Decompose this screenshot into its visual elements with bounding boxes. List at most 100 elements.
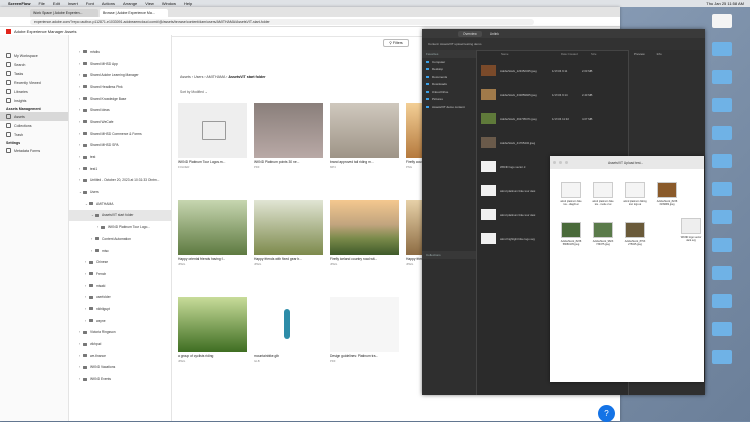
- tab-unlink[interactable]: Unlink: [490, 32, 499, 36]
- asset-thumbnail[interactable]: [178, 200, 247, 255]
- asset-card[interactable]: Firefly iceland country road wit... JPEG: [330, 200, 399, 266]
- breadcrumb-item[interactable]: AMITHAMA: [206, 75, 225, 79]
- tree-node[interactable]: › misaki: [69, 280, 171, 292]
- desktop-folder-icon[interactable]: [712, 350, 732, 364]
- desktop-folder-icon[interactable]: [712, 322, 732, 336]
- desktop-folder-icon[interactable]: [712, 154, 732, 168]
- browser-tab-active[interactable]: Browse | Adobe Experience Ma...: [100, 9, 168, 17]
- tree-node[interactable]: › test1: [69, 163, 171, 175]
- nav-item[interactable]: Libraries: [0, 87, 68, 96]
- tree-node[interactable]: › we-finance: [69, 350, 171, 362]
- tree-node[interactable]: › Content Automation: [69, 233, 171, 245]
- menubar-item[interactable]: Font: [86, 1, 94, 6]
- tree-node[interactable]: › Shared MHSD App: [69, 58, 171, 70]
- tab-info[interactable]: Info: [657, 52, 662, 56]
- menubar-item[interactable]: ScreenFlow: [8, 1, 30, 6]
- folder-thumbnail-icon[interactable]: [178, 103, 247, 158]
- file-row[interactable]: AdobeStock_41765432.jpeg: [477, 132, 627, 153]
- sort-control[interactable]: Sort by Modified ⌄: [180, 90, 208, 94]
- menubar-item[interactable]: Insert: [68, 1, 78, 6]
- sidebar-item[interactable]: Desktop: [422, 66, 476, 74]
- window-controls[interactable]: [550, 160, 568, 165]
- desktop-folder-icon[interactable]: [712, 294, 732, 308]
- desktop-folder-icon[interactable]: [712, 182, 732, 196]
- tree-node[interactable]: › Untitled - October 20, 2023 at 10:31:33…: [69, 175, 171, 187]
- tree-node[interactable]: › userfolder: [69, 291, 171, 303]
- asset-card[interactable]: a group of cyclists riding JPEG: [178, 297, 247, 363]
- nav-item[interactable]: Collections: [0, 121, 68, 130]
- desktop-folder-icon[interactable]: [712, 98, 732, 112]
- asset-thumbnail[interactable]: [330, 200, 399, 255]
- address-bar[interactable]: experience.adobe.com/?repo=author-p11287…: [30, 18, 534, 25]
- menubar-item[interactable]: Edit: [53, 1, 60, 6]
- sidebar-item[interactable]: Pictures: [422, 96, 476, 104]
- tree-node[interactable]: › WKND Vacations: [69, 362, 171, 374]
- file-item[interactable]: AdobeStock_8793 275025.jpeg: [622, 222, 648, 246]
- tree-node[interactable]: › WKND Platinum Tour Logo...: [69, 221, 171, 233]
- file-item[interactable]: AdobeStock_9823 739475.jpeg: [590, 222, 616, 246]
- file-row[interactable]: AdobeStock_123452345.jpeg 1/17/24 9:11 2.0…: [477, 60, 627, 81]
- tree-node[interactable]: › wayne: [69, 315, 171, 327]
- sidebar-item[interactable]: Downloads: [422, 81, 476, 89]
- file-item[interactable]: AdobeStock_8238 3199982.jpeg: [654, 182, 680, 206]
- menubar-item[interactable]: Help: [184, 1, 192, 6]
- filters-button[interactable]: ⚲ Filters: [383, 39, 409, 47]
- sidebar-item[interactable]: Computer: [422, 58, 476, 66]
- file-item[interactable]: wknd platinum bike tou...diagrlt.ai: [558, 182, 584, 206]
- menubar-item[interactable]: File: [38, 1, 44, 6]
- tree-node[interactable]: › Shared Adobe Learning Manager: [69, 69, 171, 81]
- tab-overview[interactable]: Overview: [458, 30, 482, 37]
- tab-preview[interactable]: Preview: [634, 52, 645, 56]
- menubar-item[interactable]: Actions: [102, 1, 115, 6]
- asset-thumbnail[interactable]: [178, 297, 247, 352]
- breadcrumb-item[interactable]: Users: [194, 75, 203, 79]
- desktop-folder-icon[interactable]: [712, 70, 732, 84]
- column-header[interactable]: Name: [501, 52, 561, 56]
- file-row[interactable]: AdobeStock_461705471.jpeg 1/17/24 11:32 4.…: [477, 108, 627, 129]
- column-header[interactable]: Date Created: [561, 52, 591, 56]
- tree-node[interactable]: › test: [69, 151, 171, 163]
- desktop-folder-icon[interactable]: [712, 42, 732, 56]
- file-item[interactable]: wknd platinum bike tou...mode 2.ai: [590, 182, 616, 206]
- nav-item[interactable]: Trash: [0, 130, 68, 139]
- tree-node[interactable]: › Victoria Ringsson: [69, 327, 171, 339]
- asset-card[interactable]: brand approved tail riding m... MP4: [330, 103, 399, 169]
- asset-card[interactable]: WKND Platinum points 30 ne... PDF: [254, 103, 323, 169]
- nav-item[interactable]: Search: [0, 60, 68, 69]
- sidebar-item[interactable]: iCloud Drive: [422, 88, 476, 96]
- asset-thumbnail[interactable]: [254, 297, 323, 352]
- tree-node[interactable]: › Shared WeCafe: [69, 116, 171, 128]
- desktop-folder-icon[interactable]: [712, 210, 732, 224]
- asset-thumbnail[interactable]: [330, 297, 399, 352]
- tree-node[interactable]: › nikhilgupt: [69, 303, 171, 315]
- tree-node[interactable]: › French: [69, 268, 171, 280]
- desktop-folder-icon[interactable]: [712, 14, 732, 28]
- browser-tab[interactable]: Work Space | Adobe Experien...: [30, 9, 98, 17]
- sidebar-item[interactable]: AssetsVIT demo content: [422, 103, 476, 111]
- menubar-item[interactable]: Arrange: [123, 1, 137, 6]
- file-item[interactable]: wknd platinum biking tour logo.ai: [622, 182, 648, 206]
- tree-node[interactable]: › Shared MHSD SPA: [69, 140, 171, 152]
- tree-node[interactable]: › misc: [69, 245, 171, 257]
- tree-node[interactable]: › WKND Events: [69, 373, 171, 385]
- desktop-folder-icon[interactable]: [712, 238, 732, 252]
- asset-thumbnail[interactable]: [254, 200, 323, 255]
- nav-item[interactable]: Assets: [0, 112, 68, 121]
- tree-node[interactable]: › Shared MHSD Commerce & Forms: [69, 128, 171, 140]
- asset-card[interactable]: Design guidelines: Platinum tra... PDF: [330, 297, 399, 363]
- breadcrumb-item[interactable]: Assets: [180, 75, 191, 79]
- tree-node[interactable]: › Chinese: [69, 256, 171, 268]
- tree-node[interactable]: › mhdhu: [69, 46, 171, 58]
- desktop-folder-icon[interactable]: [712, 266, 732, 280]
- tree-node[interactable]: › Shared Headless Pink: [69, 81, 171, 93]
- file-item[interactable]: AdobeStock_8238 58080105.jpeg: [558, 222, 584, 246]
- tree-node[interactable]: › Shared Knowledge Base: [69, 93, 171, 105]
- asset-thumbnail[interactable]: [254, 103, 323, 158]
- tree-node[interactable]: › vikhpud: [69, 338, 171, 350]
- tree-node[interactable]: ⌄ AMITHAMA: [69, 198, 171, 210]
- nav-item[interactable]: Tasks: [0, 69, 68, 78]
- nav-item[interactable]: My Workspace: [0, 51, 68, 60]
- asset-card[interactable]: WKND Platinum Tour Logos.m... FOLDER: [178, 103, 247, 169]
- nav-item[interactable]: Insights: [0, 96, 68, 105]
- asset-thumbnail[interactable]: [330, 103, 399, 158]
